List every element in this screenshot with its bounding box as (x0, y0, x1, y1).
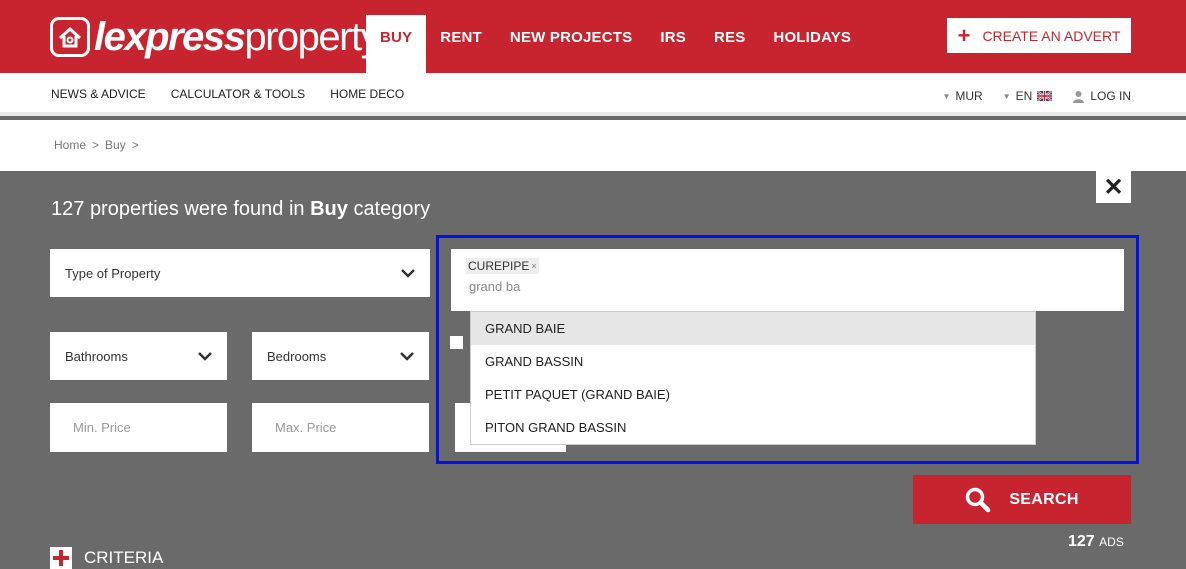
breadcrumb-separator: > (92, 138, 100, 152)
plus-icon (50, 547, 72, 569)
type-of-property-label: Type of Property (65, 265, 161, 281)
subnav-news-advice[interactable]: NEWS & ADVICE (51, 87, 146, 101)
result-heading: 127 properties were found in Buy categor… (51, 198, 430, 221)
search-icon (966, 487, 991, 512)
ads-label: ADS (1099, 535, 1124, 549)
site-logo[interactable]: lexpressproperty (50, 13, 381, 61)
language-label: EN (1015, 89, 1033, 103)
login-label: LOG IN (1090, 89, 1131, 103)
search-label: SEARCH (1009, 490, 1079, 508)
chevron-down-icon (198, 351, 212, 361)
user-icon (1073, 90, 1085, 103)
chevron-down-icon (401, 268, 415, 278)
plus-icon: + (957, 22, 971, 48)
house-icon (50, 17, 90, 57)
bathrooms-select[interactable]: Bathrooms (50, 332, 227, 380)
breadcrumb-home[interactable]: Home (54, 138, 86, 152)
subnav-home-deco[interactable]: HOME DECO (330, 87, 404, 101)
breadcrumb-bar: Home > Buy > (0, 120, 1186, 171)
caret-down-icon: ▼ (942, 91, 951, 101)
criteria-toggle[interactable]: CRITERIA (50, 547, 163, 569)
type-of-property-select[interactable]: Type of Property (50, 249, 430, 297)
bedrooms-label: Bedrooms (267, 348, 327, 364)
focus-highlight (436, 235, 1139, 464)
bathrooms-label: Bathrooms (65, 348, 128, 364)
uk-flag-icon (1037, 91, 1053, 101)
logo-text: lexpressproperty (94, 15, 381, 59)
currency-selector[interactable]: ▼ MUR (942, 89, 982, 103)
nav-buy[interactable]: BUY (366, 15, 427, 73)
create-advert-button[interactable]: + CREATE AN ADVERT (947, 18, 1131, 53)
min-price-input[interactable] (50, 403, 227, 452)
create-advert-label: CREATE AN ADVERT (982, 27, 1121, 44)
ads-count: 127 ADS (1068, 533, 1124, 551)
result-prefix: properties were found in (89, 198, 305, 220)
subnav-utilities: ▼ MUR ▼ EN LOG IN (942, 89, 1131, 103)
caret-down-icon: ▼ (1002, 91, 1011, 101)
ads-number: 127 (1068, 533, 1095, 550)
nav-irs[interactable]: IRS (646, 15, 700, 73)
max-price-input[interactable] (252, 403, 429, 452)
language-selector[interactable]: ▼ EN (1003, 89, 1053, 103)
breadcrumb: Home > Buy > (54, 138, 139, 152)
result-count: 127 (51, 198, 85, 220)
login-link[interactable]: LOG IN (1072, 89, 1131, 103)
subnav-calculator-tools[interactable]: CALCULATOR & TOOLS (171, 87, 306, 101)
subnav-links: NEWS & ADVICE CALCULATOR & TOOLS HOME DE… (51, 87, 404, 101)
nav-holidays[interactable]: HOLIDAYS (759, 15, 865, 73)
top-header: lexpressproperty BUY RENT NEW PROJECTS I… (0, 0, 1186, 73)
close-icon[interactable]: ✕ (1096, 171, 1131, 203)
result-suffix: category (353, 198, 431, 220)
main-nav: BUY RENT NEW PROJECTS IRS RES HOLIDAYS (366, 15, 865, 73)
nav-res[interactable]: RES (700, 15, 759, 73)
breadcrumb-separator: > (131, 138, 139, 152)
bedrooms-select[interactable]: Bedrooms (252, 332, 429, 380)
nav-new-projects[interactable]: NEW PROJECTS (496, 15, 646, 73)
criteria-label: CRITERIA (84, 548, 164, 567)
chevron-down-icon (400, 351, 414, 361)
currency-label: MUR (955, 89, 983, 103)
sub-nav: NEWS & ADVICE CALCULATOR & TOOLS HOME DE… (0, 73, 1186, 116)
search-button[interactable]: SEARCH (913, 475, 1131, 524)
result-category: Buy (310, 198, 348, 220)
nav-rent[interactable]: RENT (426, 15, 496, 73)
breadcrumb-buy[interactable]: Buy (105, 138, 126, 152)
